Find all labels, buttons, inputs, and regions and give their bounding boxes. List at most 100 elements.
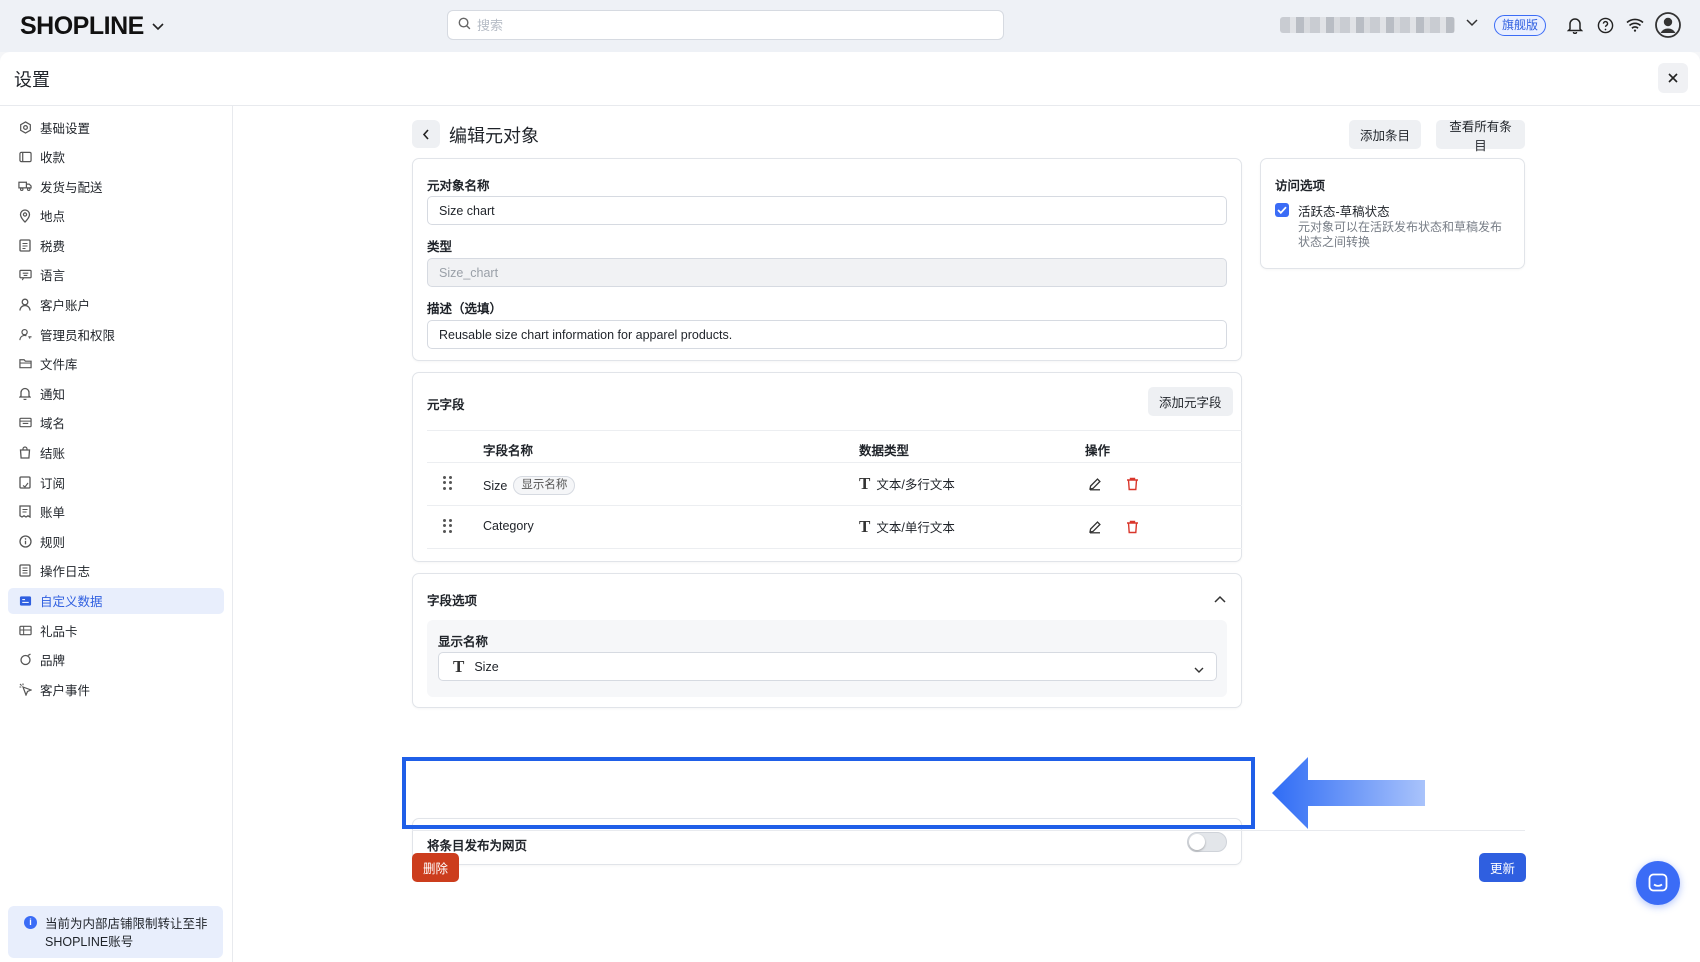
sidebar-item-label: 通知 xyxy=(40,387,66,402)
close-button[interactable] xyxy=(1658,63,1688,93)
edit-icon[interactable] xyxy=(1087,476,1103,492)
log-icon xyxy=(18,564,32,578)
chevron-up-icon[interactable] xyxy=(1214,591,1226,606)
user-key-icon xyxy=(18,327,32,341)
display-name-label: 显示名称 xyxy=(438,635,489,649)
sidebar-item[interactable]: 收款 xyxy=(8,144,224,170)
chevron-down-icon[interactable] xyxy=(1466,15,1478,30)
sidebar-item[interactable]: 账单 xyxy=(8,499,224,525)
sidebar-item[interactable]: 订阅 xyxy=(8,469,224,495)
field-options-card: 字段选项 显示名称 T Size xyxy=(412,573,1242,708)
wifi-icon[interactable] xyxy=(1624,14,1646,36)
view-all-entries-button[interactable]: 查看所有条目 xyxy=(1436,120,1525,153)
column-data-type: 数据类型 xyxy=(859,444,910,458)
sidebar-item-label: 订阅 xyxy=(40,476,66,491)
domain-icon xyxy=(18,416,32,430)
field-options-title: 字段选项 xyxy=(427,594,478,608)
avatar-icon[interactable] xyxy=(1655,12,1681,38)
transfer-restriction-notice: i 当前为内部店铺限制转让至非SHOPLINE账号 xyxy=(8,906,223,958)
sidebar-item[interactable]: 文件库 xyxy=(8,351,224,377)
bell-icon xyxy=(18,386,32,400)
sidebar-item[interactable]: 礼品卡 xyxy=(8,617,224,643)
table-row: Size 显示名称 T 文本/多行文本 xyxy=(427,463,1242,506)
field-name: Category xyxy=(483,519,534,533)
search-bar[interactable] xyxy=(447,10,1004,40)
sidebar-item[interactable]: 客户事件 xyxy=(8,676,224,702)
field-name: Size xyxy=(483,478,508,493)
content-area: 编辑元对象 添加条目 查看所有条目 元对象名称 Size chart 类型 Si… xyxy=(233,106,1700,962)
chat-icon xyxy=(1648,873,1668,892)
edit-icon[interactable] xyxy=(1087,519,1103,535)
store-name-blurred[interactable] xyxy=(1280,17,1455,33)
chat-button[interactable] xyxy=(1636,861,1680,905)
display-name-tag: 显示名称 xyxy=(513,476,576,495)
text-type-icon: T xyxy=(859,517,871,536)
gift-card-icon xyxy=(18,623,32,637)
help-icon[interactable] xyxy=(1594,14,1616,36)
shopline-logo[interactable]: SHOPLINE xyxy=(20,12,164,41)
sidebar-item[interactable]: 管理员和权限 xyxy=(8,321,224,347)
sidebar-item-label: 品牌 xyxy=(40,654,66,669)
basic-info-card: 元对象名称 Size chart 类型 Size_chart 描述（选填） Re… xyxy=(412,158,1242,361)
page-title: 编辑元对象 xyxy=(449,126,539,146)
sidebar-item[interactable]: 税费 xyxy=(8,232,224,258)
custom-data-icon xyxy=(18,594,32,608)
sidebar-item[interactable]: 地点 xyxy=(8,203,224,229)
sidebar-item-label: 收款 xyxy=(40,151,66,166)
drag-handle-icon[interactable] xyxy=(443,476,453,490)
info-icon: i xyxy=(24,916,37,929)
sidebar-item[interactable]: 操作日志 xyxy=(8,558,224,584)
text-type-icon: T xyxy=(859,474,871,493)
sidebar-item-label: 规则 xyxy=(40,535,66,550)
drag-handle-icon[interactable] xyxy=(443,519,453,533)
chevron-left-icon xyxy=(422,128,429,140)
active-draft-description: 元对象可以在活跃发布状态和草稿发布状态之间转换 xyxy=(1298,220,1503,249)
sidebar-item[interactable]: 基础设置 xyxy=(8,114,224,140)
location-pin-icon xyxy=(18,209,32,223)
sidebar-item-label: 结账 xyxy=(40,447,66,462)
name-input[interactable]: Size chart xyxy=(427,196,1227,225)
active-draft-checkbox[interactable] xyxy=(1275,203,1289,217)
gear-icon xyxy=(18,120,32,134)
delete-icon[interactable] xyxy=(1124,519,1140,535)
update-button[interactable]: 更新 xyxy=(1479,853,1527,882)
delete-button[interactable]: 删除 xyxy=(412,853,460,882)
sidebar-item[interactable]: 语言 xyxy=(8,262,224,288)
sidebar-item[interactable]: 结账 xyxy=(8,440,224,466)
chevron-down-icon[interactable] xyxy=(152,19,164,34)
description-input[interactable]: Reusable size chart information for appa… xyxy=(427,320,1227,349)
publish-label: 将条目发布为网页 xyxy=(427,839,528,853)
delete-icon[interactable] xyxy=(1124,476,1140,492)
metafields-table-header: 字段名称 数据类型 操作 xyxy=(427,430,1242,463)
display-name-select[interactable]: T Size xyxy=(438,652,1217,681)
back-button[interactable] xyxy=(412,120,440,148)
language-icon xyxy=(18,268,32,282)
sidebar-item[interactable]: 域名 xyxy=(8,410,224,436)
bell-icon[interactable] xyxy=(1564,14,1586,36)
sidebar-item[interactable]: 自定义数据 xyxy=(8,587,224,614)
sidebar-item-label: 地点 xyxy=(40,210,66,225)
column-actions: 操作 xyxy=(1085,444,1111,458)
add-metafield-button[interactable]: 添加元字段 xyxy=(1148,387,1233,416)
info-circle-icon xyxy=(18,534,32,548)
search-input[interactable] xyxy=(477,17,1003,33)
sidebar-item[interactable]: 品牌 xyxy=(8,647,224,673)
sidebar-item[interactable]: 规则 xyxy=(8,528,224,554)
sidebar-item[interactable]: 客户账户 xyxy=(8,292,224,318)
bill-icon xyxy=(18,505,32,519)
sidebar-item-label: 自定义数据 xyxy=(40,595,103,609)
footer-divider xyxy=(412,830,1525,831)
add-entry-button[interactable]: 添加条目 xyxy=(1349,120,1422,149)
check-icon xyxy=(1277,206,1287,214)
sidebar-item[interactable]: 发货与配送 xyxy=(8,173,224,199)
sidebar-item-label: 操作日志 xyxy=(40,565,91,580)
panel-header: 设置 xyxy=(0,52,1700,106)
folder-icon xyxy=(18,357,32,371)
truck-icon xyxy=(18,179,32,193)
publish-toggle[interactable] xyxy=(1187,832,1227,852)
sidebar-item[interactable]: 通知 xyxy=(8,380,224,406)
top-bar: SHOPLINE 旗舰版 xyxy=(0,0,1700,52)
sidebar-item-label: 客户账户 xyxy=(40,299,91,314)
settings-panel: 设置 基础设置收款发货与配送地点税费语言客户账户管理员和权限 文件库通知域名结账订… xyxy=(0,52,1700,962)
sidebar-item-label: 域名 xyxy=(40,417,66,432)
